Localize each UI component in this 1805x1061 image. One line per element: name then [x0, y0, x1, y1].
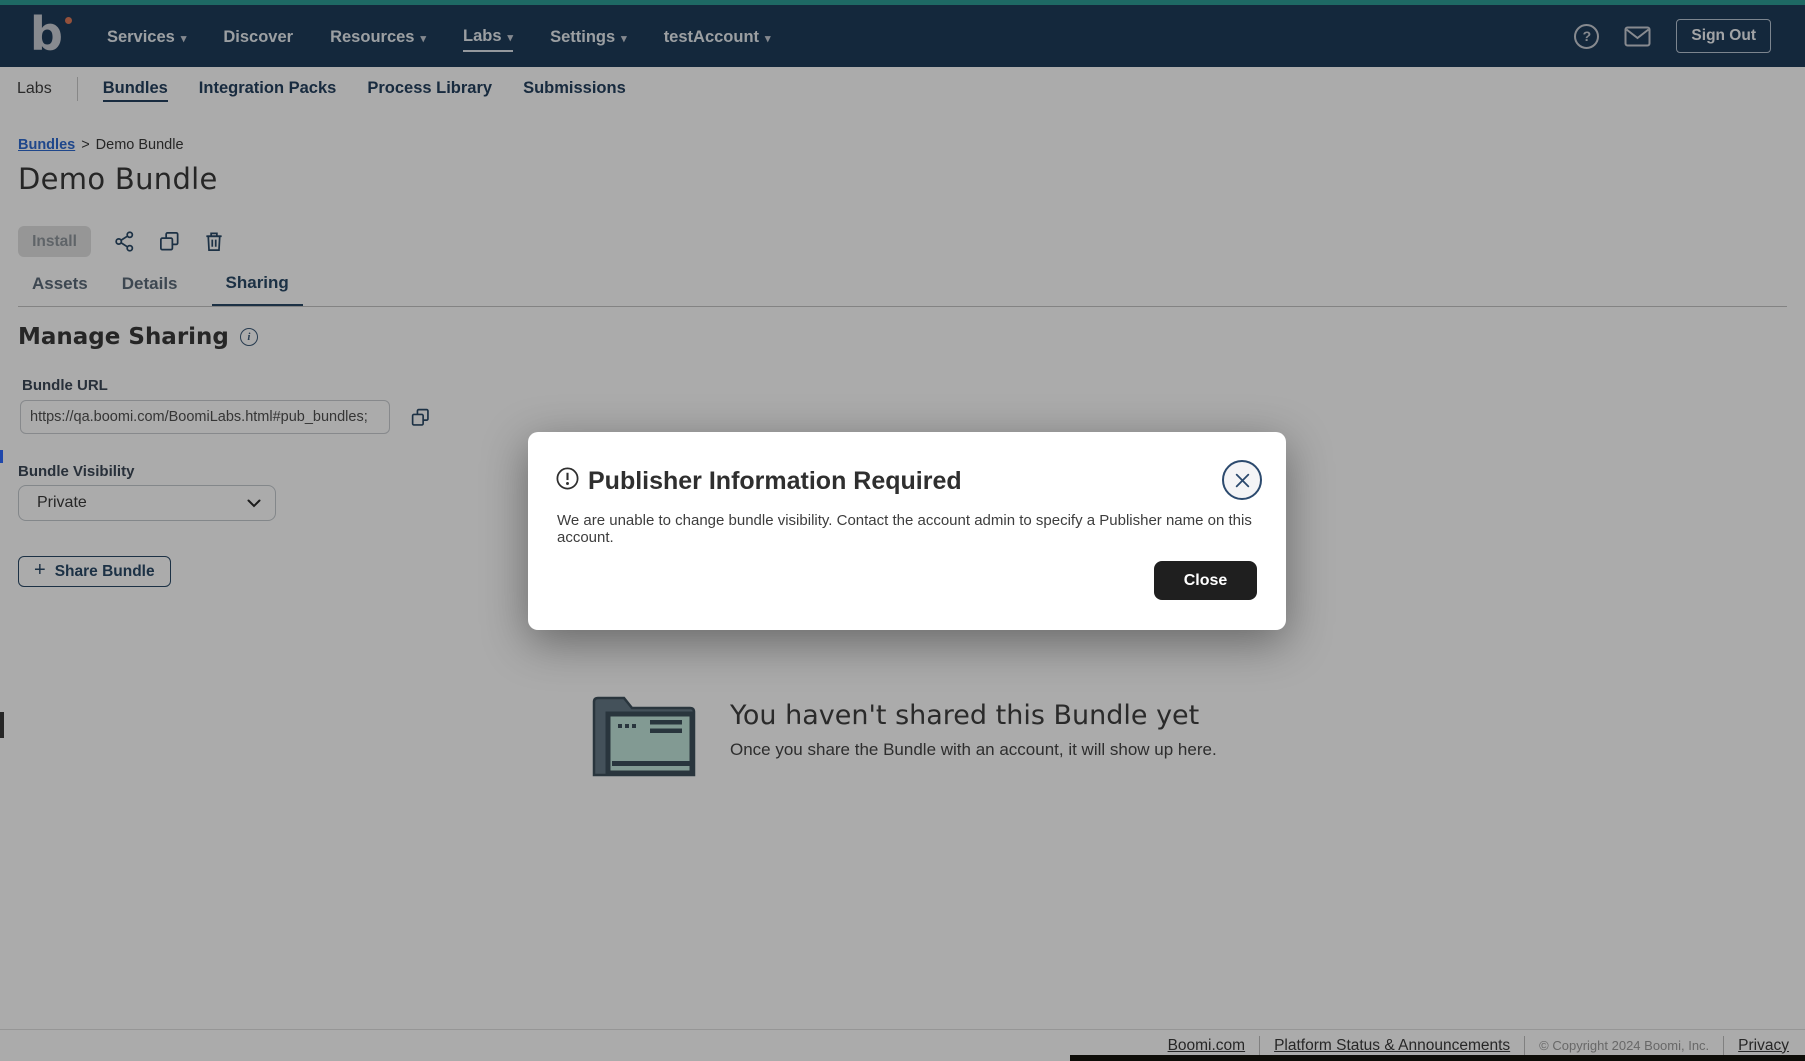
dialog-message: We are unable to change bundle visibilit…	[557, 512, 1262, 546]
alert-icon	[555, 466, 580, 496]
close-icon[interactable]	[1222, 460, 1262, 500]
close-button[interactable]: Close	[1154, 561, 1257, 600]
publisher-info-dialog: Publisher Information Required We are un…	[528, 432, 1286, 630]
dialog-header: Publisher Information Required	[555, 466, 962, 496]
dialog-title: Publisher Information Required	[588, 467, 962, 496]
app-window: b Services ▾ Discover Resources ▾ Labs ▾…	[0, 0, 1805, 1061]
